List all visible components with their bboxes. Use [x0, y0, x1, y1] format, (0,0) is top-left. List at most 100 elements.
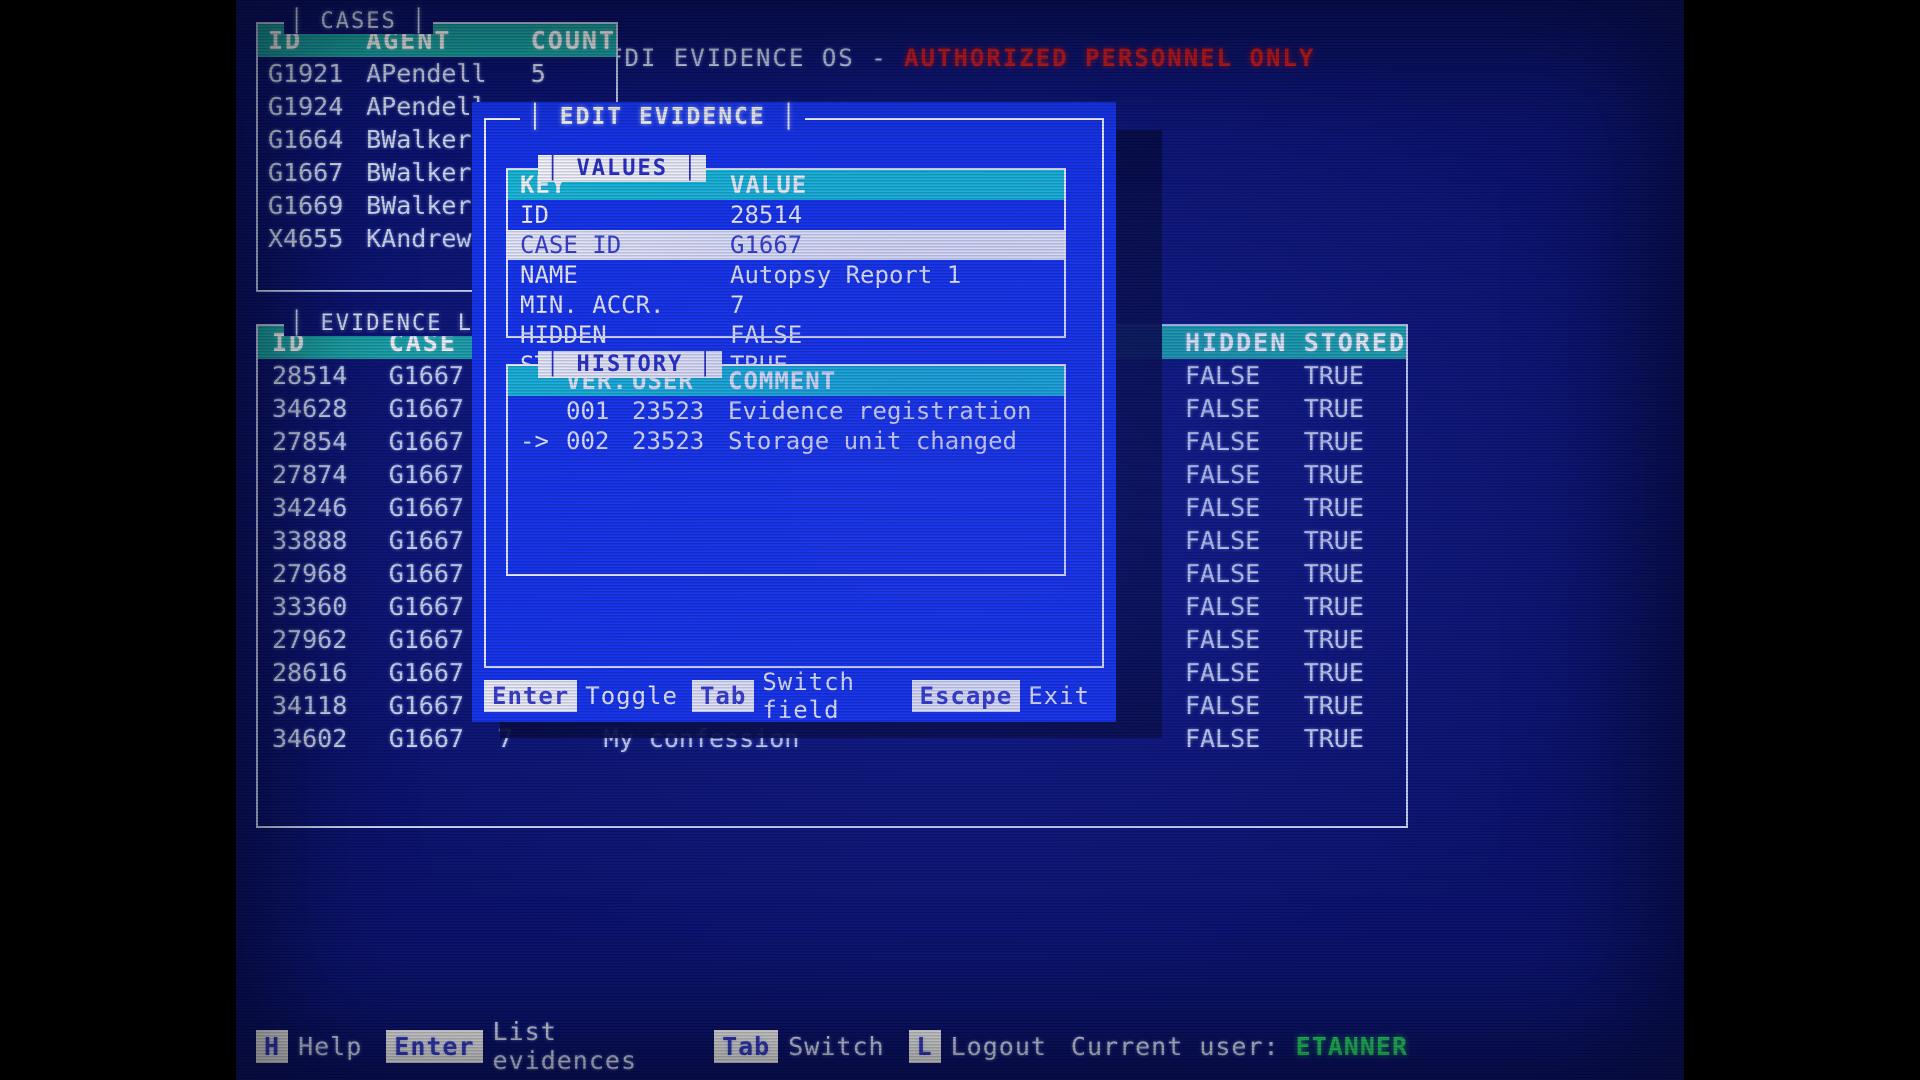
dialog-key-label-escape: Exit [1028, 682, 1090, 710]
listing-cell-hidden: FALSE [1184, 493, 1261, 522]
values-cell-key: CASE ID [508, 230, 728, 260]
listing-cell-id: 33360 [272, 592, 348, 621]
listing-cell-stored: TRUE [1303, 691, 1364, 720]
listing-cell-hidden: FALSE [1184, 691, 1261, 720]
cases-cell-count: 5 [530, 59, 546, 88]
cases-cell-id: G1667 [268, 158, 344, 187]
history-table: VER. USER COMMENT 001 23523 Evidence registra… [508, 366, 1064, 456]
history-cell-ver: 002 [566, 427, 610, 455]
current-user-name: ETANNER [1295, 1031, 1408, 1061]
cases-cell-id: X4655 [268, 224, 344, 253]
listing-cell-stored: TRUE [1303, 460, 1364, 489]
values-row[interactable]: NAME Autopsy Report 1 [508, 260, 1064, 290]
os-header: FDI EVIDENCE OS - AUTHORIZED PERSONNEL O… [608, 44, 1315, 72]
values-cell-value: 7 [730, 291, 745, 319]
cases-cell-id: G1924 [268, 92, 344, 121]
cases-cell-id: G1669 [268, 191, 344, 220]
history-cell-ver: 001 [566, 397, 610, 425]
values-row-selected[interactable]: CASE ID G1667 [508, 230, 1064, 260]
values-cell-value: FALSE [730, 321, 803, 349]
listing-cell-hidden: FALSE [1184, 658, 1261, 687]
listing-cell-id: 33888 [272, 526, 348, 555]
listing-cell-hidden: FALSE [1184, 559, 1261, 588]
listing-column-header: HIDDEN [1184, 328, 1288, 357]
cases-column-header: COUNT [530, 26, 616, 55]
dialog-key-enter[interactable]: Enter [484, 680, 578, 712]
statusbar-key-tab[interactable]: Tab [714, 1029, 779, 1063]
values-cell-key: ID [520, 201, 549, 229]
values-cell-value: 28514 [730, 201, 803, 229]
values-cell-key: NAME [520, 261, 578, 289]
status-bar-keys: H Help Enter List evidences Tab Switch L Logout [256, 1017, 1071, 1075]
history-cell-arrow: -> [520, 427, 549, 455]
listing-cell-id: 27962 [272, 625, 348, 654]
listing-cell-hidden: FALSE [1184, 460, 1261, 489]
values-row[interactable]: HIDDEN FALSE [508, 320, 1064, 350]
statusbar-key-label-enter: List evidences [492, 1017, 638, 1075]
listing-cell-stored: TRUE [1303, 724, 1364, 753]
listing-cell-stored: TRUE [1303, 526, 1364, 555]
values-column-header-value: VALUE [728, 170, 1064, 200]
statusbar-key-l[interactable]: L [908, 1029, 941, 1063]
listing-cell-hidden: FALSE [1184, 625, 1261, 654]
values-cell-value: G1667 [728, 230, 1064, 260]
history-cell-arrow [508, 396, 566, 426]
listing-cell-hidden: FALSE [1184, 724, 1261, 753]
terminal-viewport: FDI EVIDENCE OS - AUTHORIZED PERSONNEL O… [236, 0, 1684, 1080]
listing-cell-id: 27968 [272, 559, 348, 588]
cases-cell-id: G1664 [268, 125, 344, 154]
values-row[interactable]: MIN. ACCR. 7 [508, 290, 1064, 320]
dialog-key-label-enter: Toggle [585, 682, 678, 710]
listing-cell-id: 27874 [272, 460, 348, 489]
statusbar-key-h[interactable]: H [256, 1029, 289, 1063]
listing-cell-hidden: FALSE [1184, 526, 1261, 555]
history-cell-user: 23523 [632, 397, 705, 425]
listing-cell-hidden: FALSE [1184, 394, 1261, 423]
values-cell-value: Autopsy Report 1 [730, 261, 962, 289]
dialog-key-hints: Enter Toggle Tab Switch field Escape Exit [484, 668, 1104, 724]
cases-panel-title: │ CASES │ [284, 9, 434, 34]
os-header-title: FDI EVIDENCE OS - [608, 44, 905, 72]
history-column-header-comment: COMMENT [724, 366, 1064, 396]
status-bar: H Help Enter List evidences Tab Switch L Logout… [256, 1017, 1408, 1075]
history-panel: │ HISTORY │ VER. USER COMMENT 001 23523 Evide… [506, 351, 1066, 576]
history-panel-title: │ HISTORY │ [538, 351, 722, 378]
listing-cell-stored: TRUE [1303, 394, 1364, 423]
statusbar-key-label-tab: Switch [788, 1031, 885, 1061]
cases-cell-agent: APendell [366, 59, 487, 88]
statusbar-key-label-l: Logout [950, 1031, 1047, 1061]
statusbar-key-enter[interactable]: Enter [386, 1029, 483, 1063]
history-row[interactable]: -> 002 23523 Storage unit changed [508, 426, 1064, 456]
current-user: Current user: ETANNER [1071, 1032, 1408, 1061]
listing-cell-stored: TRUE [1303, 625, 1364, 654]
values-cell-key: HIDDEN [520, 321, 607, 349]
listing-column-header: STORED [1303, 328, 1406, 357]
history-cell-comment: Storage unit changed [728, 427, 1017, 455]
history-row[interactable]: 001 23523 Evidence registration [508, 396, 1064, 426]
listing-cell-id: 28616 [272, 658, 348, 687]
listing-cell-hidden: FALSE [1184, 592, 1261, 621]
listing-cell-id: 34628 [272, 394, 348, 423]
listing-cell-id: 34246 [272, 493, 348, 522]
listing-cell-id: 27854 [272, 427, 348, 456]
current-user-label: Current user: [1070, 1031, 1296, 1061]
listing-cell-stored: TRUE [1303, 493, 1364, 522]
os-header-warning: AUTHORIZED PERSONNEL ONLY [904, 44, 1316, 72]
listing-cell-id: 34602 [272, 724, 348, 753]
dialog-key-label-tab: Switch field [762, 668, 856, 724]
listing-cell-stored: TRUE [1303, 658, 1364, 687]
cases-row[interactable]: G1921 APendell 5 [258, 57, 616, 90]
crt-screen: FDI EVIDENCE OS - AUTHORIZED PERSONNEL O… [0, 0, 1920, 1080]
listing-cell-case: G1667 [388, 724, 464, 753]
listing-cell-hidden: FALSE [1184, 361, 1261, 390]
history-cell-user: 23523 [632, 427, 705, 455]
listing-cell-id: 28514 [272, 361, 348, 390]
values-row[interactable]: ID 28514 [508, 200, 1064, 230]
dialog-key-escape[interactable]: Escape [911, 680, 1021, 712]
values-table: KEY VALUE ID 28514 CASE ID G1667 NAME Autopsy R… [508, 170, 1064, 380]
dialog-key-tab[interactable]: Tab [691, 680, 755, 712]
statusbar-key-label-h: Help [298, 1031, 363, 1061]
cases-cell-id: G1921 [268, 59, 344, 88]
values-panel: │ VALUES │ KEY VALUE ID 28514 CASE ID G1667 NA… [506, 155, 1066, 379]
values-cell-key: MIN. ACCR. [520, 291, 665, 319]
